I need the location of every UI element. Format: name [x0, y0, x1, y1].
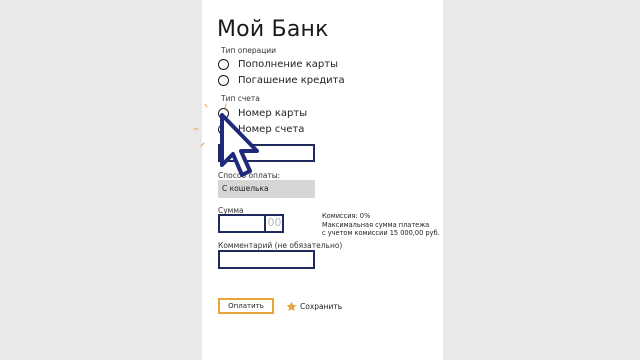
- radio-circle[interactable]: [218, 74, 229, 86]
- max-amount-line1: Максимальная сумма платежа: [322, 220, 430, 229]
- comment-label: Комментарий (не обязательно): [218, 241, 343, 250]
- radio-topup-card[interactable]: Пополнение карты: [218, 57, 338, 71]
- operation-type-label: Тип операции: [221, 46, 277, 55]
- app-title: Мой Банк: [217, 17, 329, 42]
- commission-text: Комиссия: 0%: [322, 212, 371, 220]
- radio-label: Пополнение карты: [238, 58, 338, 70]
- max-amount-line2: с учетом комиссии 15 000,00 руб.: [322, 229, 440, 238]
- amount-cents: 00: [264, 215, 283, 232]
- mouse-cursor-icon: [220, 113, 259, 177]
- save-button[interactable]: Сохранить: [286, 300, 342, 312]
- radio-circle[interactable]: [218, 58, 229, 70]
- commission-info: Комиссия: 0% Максимальная сумма платежа …: [322, 212, 440, 238]
- radio-repay-credit[interactable]: Погашение кредита: [218, 73, 345, 87]
- save-label: Сохранить: [300, 301, 343, 311]
- star-icon: [286, 301, 297, 311]
- payment-method-select[interactable]: С кошелька: [218, 180, 315, 198]
- pay-button[interactable]: Оплатить: [218, 298, 274, 314]
- radio-label: Погашение кредита: [238, 74, 345, 86]
- comment-input[interactable]: [218, 250, 315, 269]
